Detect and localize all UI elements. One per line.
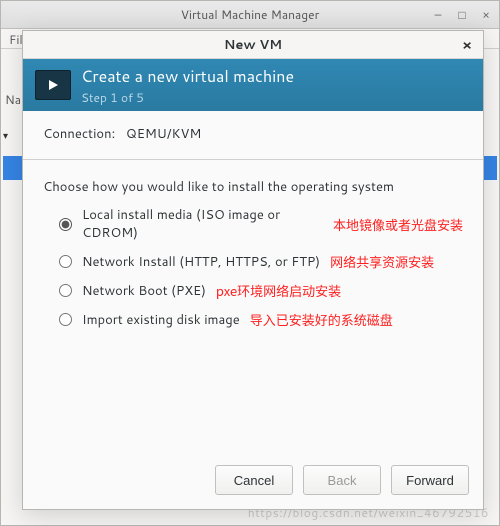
connection-row: Connection: QEMU/KVM — [43, 125, 463, 143]
radio-network-install-label: Network Install (HTTP, HTTPS, or FTP) — [82, 253, 320, 271]
radio-network-install-input[interactable] — [59, 255, 72, 268]
dialog-footer: Cancel Back Forward — [23, 455, 483, 509]
dialog-title: New VM — [224, 36, 282, 54]
radio-local-media-input[interactable] — [59, 218, 72, 231]
minimize-icon[interactable]: – — [429, 5, 447, 23]
dialog-header: Create a new virtual machine Step 1 of 5 — [23, 59, 483, 111]
radio-import-disk[interactable]: Import existing disk image 导入已安装好的系统磁盘 — [59, 310, 463, 329]
main-titlebar: Virtual Machine Manager – □ × — [1, 1, 499, 29]
cancel-button[interactable]: Cancel — [215, 465, 293, 495]
forward-button[interactable]: Forward — [391, 465, 469, 495]
annot-network-install: 网络共享资源安装 — [330, 252, 434, 271]
main-title: Virtual Machine Manager — [181, 6, 320, 23]
annot-import-disk: 导入已安装好的系统磁盘 — [250, 310, 393, 329]
name-column-header: Na — [5, 91, 21, 108]
radio-network-boot[interactable]: Network Boot (PXE) pxe环境网络启动安装 — [59, 281, 463, 300]
install-method-group: Local install media (ISO image or CDROM)… — [43, 206, 463, 329]
connection-label: Connection: — [43, 125, 115, 143]
new-vm-dialog: New VM × Create a new virtual machine St… — [22, 30, 484, 510]
choose-install-label: Choose how you would like to install the… — [43, 178, 463, 196]
radio-network-boot-label: Network Boot (PXE) — [82, 282, 206, 300]
radio-local-media[interactable]: Local install media (ISO image or CDROM)… — [59, 206, 463, 242]
radio-network-boot-input[interactable] — [59, 284, 72, 297]
dialog-header-title: Create a new virtual machine — [81, 65, 294, 88]
radio-import-disk-input[interactable] — [59, 313, 72, 326]
back-button[interactable]: Back — [303, 465, 381, 495]
close-icon[interactable]: × — [477, 5, 495, 23]
annot-network-boot: pxe环境网络启动安装 — [216, 281, 341, 300]
radio-import-disk-label: Import existing disk image — [82, 311, 240, 329]
maximize-icon[interactable]: □ — [453, 5, 471, 23]
dialog-close-button[interactable]: × — [457, 35, 477, 55]
divider — [23, 159, 483, 160]
radio-network-install[interactable]: Network Install (HTTP, HTTPS, or FTP) 网络… — [59, 252, 463, 271]
dialog-body: Connection: QEMU/KVM Choose how you woul… — [23, 111, 483, 455]
connection-value: QEMU/KVM — [126, 125, 201, 143]
dialog-step-label: Step 1 of 5 — [81, 89, 294, 106]
monitor-play-icon — [35, 70, 71, 100]
annot-local-media: 本地镜像或者光盘安装 — [333, 215, 463, 234]
radio-local-media-label: Local install media (ISO image or CDROM) — [82, 206, 323, 242]
tree-caret-icon[interactable]: ▾ — [3, 129, 8, 143]
dialog-titlebar: New VM × — [23, 31, 483, 59]
